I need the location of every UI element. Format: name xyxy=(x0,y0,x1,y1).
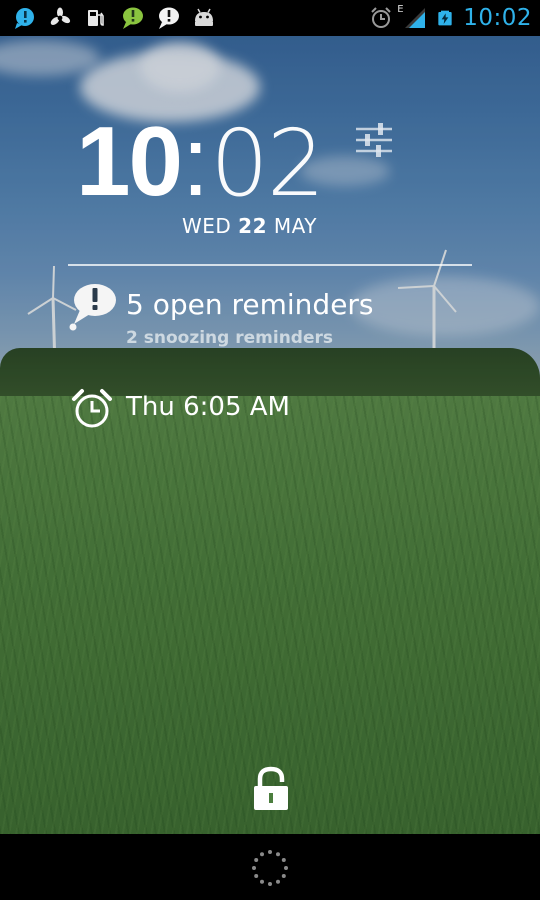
clock-hour: 10 xyxy=(76,106,183,216)
padlock-icon[interactable] xyxy=(252,766,290,812)
clock-minute: 02 xyxy=(210,110,325,217)
system-indicators: E 10:02 xyxy=(369,4,532,32)
gas-pump-icon xyxy=(88,10,104,26)
cooling-fan-icon xyxy=(50,7,71,25)
lockscreen-clock: 10:02 xyxy=(76,106,325,222)
date-month: MAY xyxy=(273,214,317,238)
battery-charging-icon xyxy=(438,10,452,26)
signal-strength: E xyxy=(397,4,427,30)
reminder-bubble-icon[interactable] xyxy=(66,282,120,332)
android-robot-icon xyxy=(195,8,213,26)
reminders-title[interactable]: 5 open reminders xyxy=(126,288,374,321)
alarm-clock-icon xyxy=(371,7,391,28)
loading-spinner-icon xyxy=(252,850,288,886)
chat-bubble-icon xyxy=(15,8,34,29)
clock-colon: : xyxy=(182,106,210,216)
reminders-subtitle: 2 snoozing reminders xyxy=(126,328,333,348)
next-alarm-time[interactable]: Thu 6:05 AM xyxy=(126,392,290,422)
status-time: 10:02 xyxy=(463,5,532,31)
date-day-name: WED xyxy=(182,214,232,238)
green-alert-bubble-icon xyxy=(123,7,143,29)
lockscreen-date: WED 22 MAY xyxy=(182,214,317,238)
divider xyxy=(68,264,472,266)
alarm-clock-icon xyxy=(72,389,112,428)
network-type-label: E xyxy=(397,4,404,15)
navigation-bar xyxy=(0,834,540,900)
signal-strength-icon xyxy=(405,8,426,28)
white-alert-bubble-icon xyxy=(159,7,179,29)
status-bar: E 10:02 xyxy=(0,0,540,36)
notification-icons[interactable] xyxy=(12,5,216,31)
date-day-number: 22 xyxy=(238,214,268,238)
sliders-icon[interactable] xyxy=(354,120,394,160)
